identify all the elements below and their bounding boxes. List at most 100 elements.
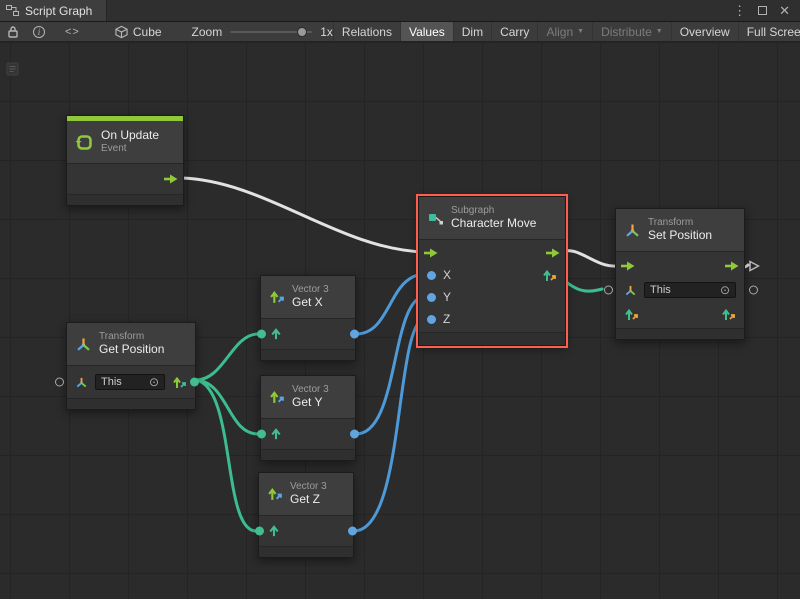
node-footer: [616, 329, 744, 339]
port-label-z: Z: [443, 312, 450, 326]
node-title: Set Position: [648, 229, 712, 243]
vector3-arrow-icon: [269, 327, 283, 341]
wire-flow-onupdate-to-charactermove[interactable]: [182, 178, 424, 252]
this-object-field[interactable]: This ⊙: [95, 374, 165, 390]
flow-input-port[interactable]: [620, 260, 636, 272]
event-icon: [75, 133, 94, 152]
zoom-label: Zoom: [192, 25, 223, 39]
zoom-slider-handle[interactable]: [297, 27, 307, 37]
vector3-icon: [269, 289, 285, 305]
window-maximize-icon[interactable]: [758, 6, 767, 15]
wire-getz-to-charactermove-z[interactable]: [354, 318, 426, 531]
inspector-toggle-icon[interactable]: [6, 62, 19, 76]
align-button[interactable]: Align▼: [537, 22, 592, 41]
cube-icon: [115, 25, 128, 39]
transform-icon: [624, 222, 641, 239]
z-input-port[interactable]: [427, 315, 436, 324]
node-footer: [259, 547, 353, 557]
wire-gety-to-charactermove-y[interactable]: [356, 296, 426, 434]
node-footer: [261, 450, 355, 460]
node-set-position[interactable]: Transform Set Position: [615, 208, 745, 340]
node-get-z[interactable]: Vector 3 Get Z: [258, 472, 354, 558]
zoom-slider[interactable]: [230, 31, 312, 33]
node-on-update[interactable]: On Update Event: [66, 115, 184, 206]
transform-icon: [624, 284, 637, 297]
node-footer: [261, 350, 355, 360]
relations-button[interactable]: Relations: [333, 22, 400, 41]
x-input-port[interactable]: [427, 271, 436, 280]
full-screen-button[interactable]: Full Screen: [738, 22, 800, 41]
flow-connection-stub[interactable]: [748, 260, 760, 272]
graph-canvas[interactable]: On Update Event Subgraph Character Move: [0, 42, 800, 599]
chevron-down-icon: ▼: [656, 28, 663, 35]
transform-icon: [75, 336, 92, 353]
node-footer: [67, 195, 183, 205]
node-footer: [419, 333, 565, 345]
this-input-port[interactable]: [604, 286, 613, 295]
values-button[interactable]: Values: [400, 22, 453, 41]
vector-input-port[interactable]: [255, 527, 264, 536]
info-icon[interactable]: i: [26, 22, 52, 41]
value-output-port[interactable]: [348, 527, 357, 536]
vector3-icon: [269, 389, 285, 405]
wire-getposition-to-getx[interactable]: [196, 334, 258, 380]
flow-output-port[interactable]: [163, 173, 179, 185]
flow-output-port[interactable]: [545, 247, 561, 259]
tab-title: Script Graph: [25, 4, 92, 18]
node-title: Get Z: [290, 493, 327, 507]
port-label-x: X: [443, 268, 451, 282]
vector3-icon: [172, 375, 187, 390]
window-menu-icon[interactable]: ⋮: [733, 3, 746, 19]
code-view-icon[interactable]: <>: [58, 22, 87, 41]
node-get-y[interactable]: Vector 3 Get Y: [260, 375, 356, 461]
node-footer: [67, 399, 195, 409]
node-title: Get Position: [99, 343, 164, 357]
vector-input-port[interactable]: [257, 430, 266, 439]
node-character-move[interactable]: Subgraph Character Move X: [418, 196, 566, 346]
wire-getposition-to-gety[interactable]: [196, 380, 258, 434]
vector3-icon[interactable]: [721, 307, 736, 322]
object-picker-icon[interactable]: ⊙: [720, 284, 730, 296]
lock-icon[interactable]: [0, 22, 26, 41]
dim-button[interactable]: Dim: [453, 22, 491, 41]
wire-flow-charactermove-to-setposition[interactable]: [560, 251, 622, 267]
overview-button[interactable]: Overview: [671, 22, 738, 41]
flow-input-port[interactable]: [423, 247, 439, 259]
script-graph-icon: [6, 5, 19, 16]
vector3-icon[interactable]: [624, 307, 639, 322]
object-picker-icon[interactable]: ⊙: [149, 376, 159, 388]
graph-target-label[interactable]: Cube: [133, 25, 162, 39]
window-titlebar: Script Graph ⋮ ✕: [0, 0, 800, 22]
node-get-position[interactable]: Transform Get Position This ⊙: [66, 322, 196, 410]
port-label-y: Y: [443, 290, 451, 304]
this-field-value: This: [101, 376, 122, 388]
value-output-port[interactable]: [350, 430, 359, 439]
vector-input-port[interactable]: [257, 330, 266, 339]
node-title: On Update: [101, 129, 159, 143]
node-title: Get Y: [292, 396, 329, 410]
value-output-port[interactable]: [350, 330, 359, 339]
position-output-port[interactable]: [190, 378, 199, 387]
distribute-button[interactable]: Distribute▼: [592, 22, 671, 41]
chevron-down-icon: ▼: [577, 28, 584, 35]
this-object-field[interactable]: This ⊙: [644, 282, 736, 298]
this-field-value: This: [650, 284, 671, 296]
transform-icon: [75, 376, 88, 389]
vector3-arrow-icon: [269, 427, 283, 441]
vector3-arrow-icon: [267, 524, 281, 538]
node-title: Character Move: [451, 217, 536, 231]
flow-output-port[interactable]: [724, 260, 740, 272]
node-get-x[interactable]: Vector 3 Get X: [260, 275, 356, 361]
node-subtitle: Event: [101, 143, 159, 155]
y-input-port[interactable]: [427, 293, 436, 302]
tab-script-graph[interactable]: Script Graph: [0, 0, 107, 21]
subgraph-icon: [427, 210, 444, 227]
vector3-output-port[interactable]: [542, 268, 557, 283]
this-input-port[interactable]: [55, 378, 64, 387]
carry-button[interactable]: Carry: [491, 22, 537, 41]
graph-toolbar: i <> Cube Zoom 1x Relations Values Dim C…: [0, 22, 800, 42]
value-output-stub[interactable]: [749, 286, 758, 295]
node-title: Get X: [292, 296, 329, 310]
zoom-value: 1x: [320, 25, 333, 39]
window-close-icon[interactable]: ✕: [779, 3, 790, 19]
